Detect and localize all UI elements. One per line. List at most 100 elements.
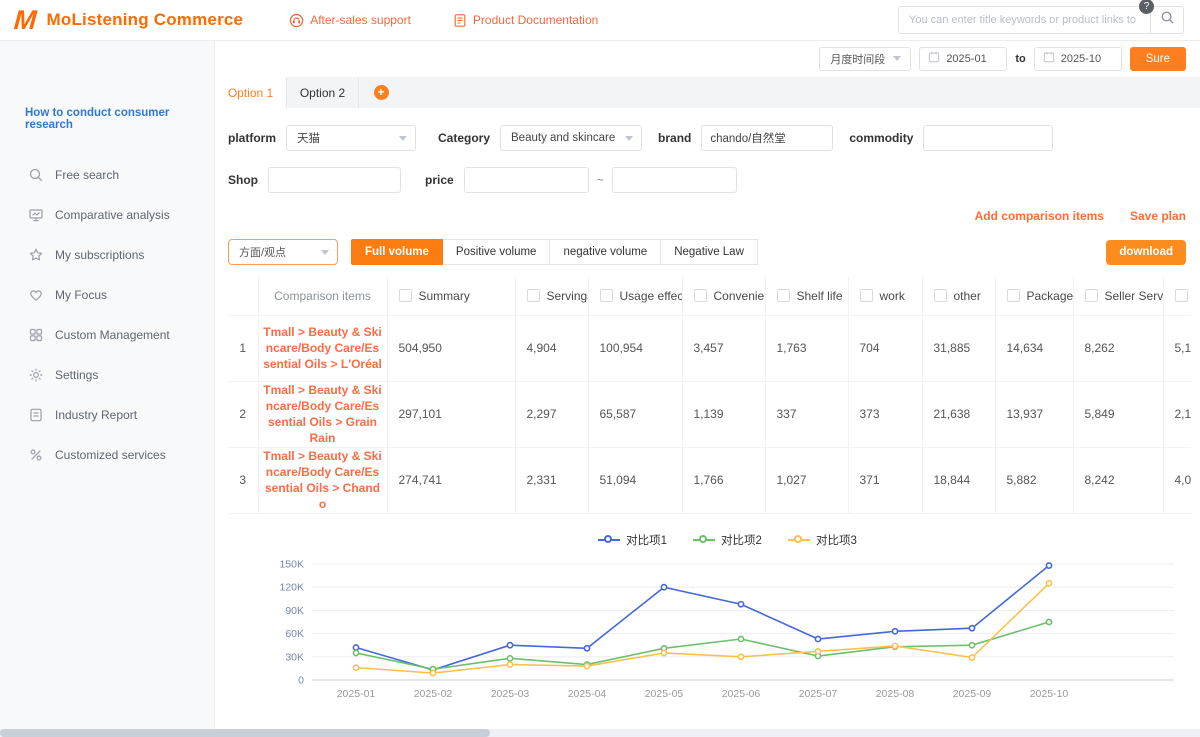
sidebar-item-free-search[interactable]: Free search bbox=[0, 155, 214, 195]
metric-value: 371 bbox=[848, 447, 922, 513]
column-index bbox=[228, 277, 258, 315]
board-chart-icon bbox=[27, 207, 44, 224]
table-row: 3Tmall > Beauty & Skincare/Body Care/Ess… bbox=[228, 447, 1191, 513]
search-input[interactable] bbox=[898, 6, 1150, 34]
to-label: to bbox=[1015, 53, 1025, 65]
column-package: Package bbox=[995, 277, 1073, 315]
download-button[interactable]: download bbox=[1106, 240, 1186, 265]
comparison-table-wrap: Comparison itemsSummaryServingsUsage eff… bbox=[228, 277, 1191, 514]
add-comparison-items-link[interactable]: Add comparison items bbox=[975, 209, 1104, 223]
column-checkbox[interactable] bbox=[860, 289, 873, 302]
header-search: ? bbox=[898, 6, 1184, 34]
period-type-value: 月度时间段 bbox=[830, 51, 885, 67]
column-label: Servings bbox=[547, 289, 589, 303]
legend-item-对比项2[interactable]: 对比项2 bbox=[693, 532, 762, 548]
column-label: other bbox=[954, 289, 981, 303]
row-index: 2 bbox=[228, 381, 258, 447]
category-select[interactable]: Beauty and skincare bbox=[500, 125, 642, 151]
comparison-item-link[interactable]: Tmall > Beauty & Skincare/Body Care/Esse… bbox=[258, 381, 387, 447]
save-plan-link[interactable]: Save plan bbox=[1130, 209, 1186, 223]
sidebar-item-my-focus[interactable]: My Focus bbox=[0, 275, 214, 315]
platform-label: platform bbox=[228, 131, 276, 145]
metric-value: 5,849 bbox=[1073, 381, 1163, 447]
column-checkbox[interactable] bbox=[777, 289, 790, 302]
sidebar-item-label: Industry Report bbox=[55, 408, 137, 422]
sidebar-item-custom-management[interactable]: Custom Management bbox=[0, 315, 214, 355]
product-documentation-link[interactable]: Product Documentation bbox=[453, 13, 598, 28]
column-label: Package bbox=[1027, 289, 1074, 303]
legend-item-对比项1[interactable]: 对比项1 bbox=[598, 532, 667, 548]
sidebar-guide-link[interactable]: How to conduct consumer research bbox=[0, 107, 214, 131]
column-checkbox[interactable] bbox=[1085, 289, 1098, 302]
star-icon bbox=[27, 247, 44, 264]
category-label: Category bbox=[438, 131, 490, 145]
metric-value: 1,139 bbox=[682, 381, 765, 447]
date-from-value: 2025-01 bbox=[946, 53, 986, 65]
brand-label: brand bbox=[658, 131, 691, 145]
metric-value: 2,12 bbox=[1163, 381, 1191, 447]
column-checkbox[interactable] bbox=[1007, 289, 1020, 302]
segment-negative-volume[interactable]: negative volume bbox=[550, 239, 661, 265]
date-to-picker[interactable]: 2025-10 bbox=[1034, 47, 1122, 71]
column-checkbox[interactable] bbox=[527, 289, 540, 302]
sidebar-item-label: Custom Management bbox=[55, 328, 170, 342]
column-checkbox[interactable] bbox=[694, 289, 707, 302]
after-sales-support-link[interactable]: After-sales support bbox=[289, 13, 411, 28]
sidebar-item-label: My Focus bbox=[55, 288, 107, 302]
segment-negative-law[interactable]: Negative Law bbox=[661, 239, 758, 265]
column-checkbox[interactable] bbox=[934, 289, 947, 302]
sidebar-item-label: My subscriptions bbox=[55, 248, 144, 262]
column-checkbox[interactable] bbox=[399, 289, 412, 302]
sidebar-item-my-subscriptions[interactable]: My subscriptions bbox=[0, 235, 214, 275]
price-max-input[interactable] bbox=[612, 167, 737, 193]
sidebar-item-customized-services[interactable]: Customized services bbox=[0, 435, 214, 475]
sure-button[interactable]: Sure bbox=[1130, 47, 1186, 71]
sidebar-item-industry-report[interactable]: Industry Report bbox=[0, 395, 214, 435]
shop-input[interactable] bbox=[268, 167, 401, 193]
search-button[interactable] bbox=[1150, 6, 1184, 34]
tab-option-2[interactable]: Option 2 bbox=[287, 77, 359, 108]
comparison-item-link[interactable]: Tmall > Beauty & Skincare/Body Care/Esse… bbox=[258, 315, 387, 381]
price-min-input[interactable] bbox=[464, 167, 589, 193]
metric-value: 2,297 bbox=[515, 381, 588, 447]
metric-value: 21,638 bbox=[922, 381, 995, 447]
column-convenience: Convenience bbox=[682, 277, 765, 315]
tab-option-1[interactable]: Option 1 bbox=[215, 77, 287, 108]
legend-item-对比项3[interactable]: 对比项3 bbox=[788, 532, 857, 548]
column-label: Seller Services bbox=[1105, 289, 1164, 303]
metric-value: 14,634 bbox=[995, 315, 1073, 381]
platform-select[interactable]: 天猫 bbox=[286, 125, 416, 151]
plus-icon: + bbox=[374, 85, 389, 100]
sidebar-item-settings[interactable]: Settings bbox=[0, 355, 214, 395]
column-shelf-life: Shelf life bbox=[765, 277, 848, 315]
aspect-select[interactable]: 方面/观点 bbox=[228, 239, 338, 265]
sidebar-item-comparative-analysis[interactable]: Comparative analysis bbox=[0, 195, 214, 235]
svg-text:2025-05: 2025-05 bbox=[645, 688, 684, 700]
period-type-select[interactable]: 月度时间段 bbox=[819, 47, 911, 71]
legend-dot-icon bbox=[794, 535, 802, 543]
aspect-select-value: 方面/观点 bbox=[239, 244, 286, 260]
column-checkbox[interactable] bbox=[600, 289, 613, 302]
metric-value: 704 bbox=[848, 315, 922, 381]
svg-text:150K: 150K bbox=[279, 558, 304, 570]
scrollbar-thumb[interactable] bbox=[0, 729, 490, 737]
commodity-input[interactable] bbox=[923, 125, 1053, 151]
comparison-item-link[interactable]: Tmall > Beauty & Skincare/Body Care/Esse… bbox=[258, 447, 387, 513]
metric-value: 504,950 bbox=[387, 315, 515, 381]
metric-value: 297,101 bbox=[387, 381, 515, 447]
metric-value: 373 bbox=[848, 381, 922, 447]
metric-value: 31,885 bbox=[922, 315, 995, 381]
add-tab-button[interactable]: + bbox=[359, 77, 403, 108]
column-checkbox[interactable] bbox=[1175, 289, 1188, 302]
segment-full-volume[interactable]: Full volume bbox=[351, 239, 443, 265]
table-row: 1Tmall > Beauty & Skincare/Body Care/Ess… bbox=[228, 315, 1191, 381]
date-toolbar: 月度时间段 2025-01 to 2025-10 Sure bbox=[215, 41, 1200, 71]
brand-input[interactable] bbox=[701, 125, 833, 151]
sidebar-item-label: Customized services bbox=[55, 448, 166, 462]
date-from-picker[interactable]: 2025-01 bbox=[919, 47, 1007, 71]
svg-text:2025-08: 2025-08 bbox=[876, 688, 915, 700]
svg-text:2025-01: 2025-01 bbox=[337, 688, 376, 700]
metric-value: 5,882 bbox=[995, 447, 1073, 513]
column-label: Usage effect bbox=[620, 289, 683, 303]
segment-positive-volume[interactable]: Positive volume bbox=[443, 239, 551, 265]
